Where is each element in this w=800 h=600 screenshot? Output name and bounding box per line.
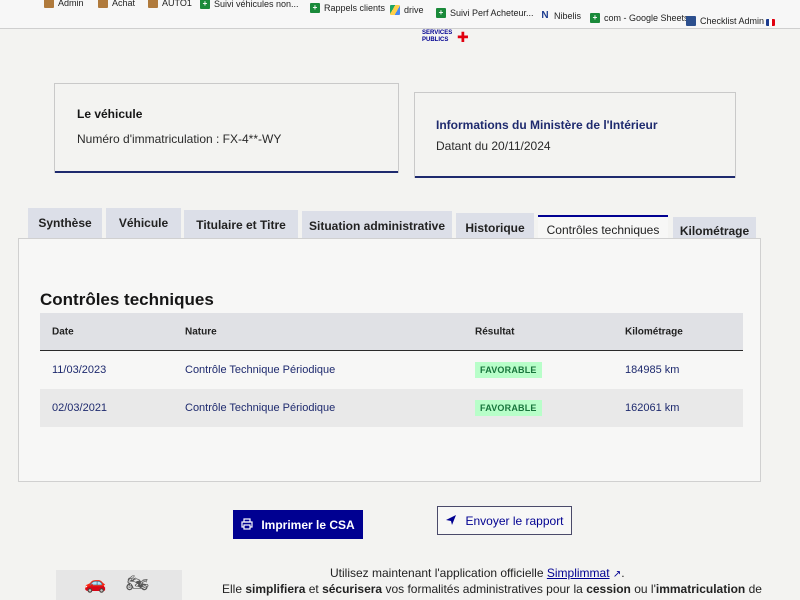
ministry-card: Informations du Ministère de l'Intérieur… <box>414 92 736 178</box>
cell-date: 02/03/2021 <box>52 402 108 414</box>
promo-text: ou l' <box>630 582 656 596</box>
bookmark-drive[interactable]: drive <box>390 5 424 15</box>
promo-text: Elle <box>222 582 246 596</box>
tab-label: Synthèse <box>38 216 92 230</box>
plate-number-text: Numéro d'immatriculation : FX-4**-WY <box>77 132 282 146</box>
send-button-label: Envoyer le rapport <box>465 513 564 528</box>
motorcycle-icon: 🏍 <box>126 573 149 593</box>
tab-label: Titulaire et Titre <box>196 218 286 232</box>
folder-icon <box>98 0 108 8</box>
drive-icon <box>390 5 400 15</box>
tab-synthese[interactable]: Synthèse <box>28 208 102 238</box>
vehicles-illustration: 🚗 🏍 <box>56 570 182 600</box>
bookmark-label: Admin <box>58 0 84 8</box>
bookmark-label: Achat <box>112 0 136 8</box>
ministry-date-text: Datant du 20/11/2024 <box>436 139 551 153</box>
send-report-button[interactable]: Envoyer le rapport <box>437 506 572 535</box>
simplimmat-link[interactable]: Simplimmat <box>547 566 610 580</box>
promo-bold: simplifiera <box>245 582 306 596</box>
send-icon <box>445 514 457 528</box>
printer-icon <box>241 517 253 532</box>
browser-page: Admin Achat AUTO1 Suivi véhicules non...… <box>0 0 800 600</box>
cell-mileage: 184985 km <box>625 364 680 376</box>
cell-mileage: 162061 km <box>625 402 680 414</box>
bookmark-label: Suivi véhicules non... <box>214 0 299 9</box>
table-row: 11/03/2023 Contrôle Technique Périodique… <box>40 351 743 389</box>
promo-text: vos formalités administratives pour la <box>382 582 587 596</box>
tab-label: Historique <box>465 221 525 235</box>
bookmark-checklist-admin[interactable]: Checklist Admin <box>686 16 764 26</box>
promo-text: . <box>621 566 625 580</box>
vehicle-card: Le véhicule Numéro d'immatriculation : F… <box>54 83 399 173</box>
bookmark-rappels-clients[interactable]: Rappels clients <box>310 3 385 13</box>
tab-label: Kilométrage <box>679 224 750 238</box>
status-badge: FAVORABLE <box>475 362 542 378</box>
bookmark-admin[interactable]: Admin <box>44 0 84 8</box>
promo-line-1: Utilisez maintenant l'application offici… <box>330 566 625 580</box>
tab-titulaire-et-titre[interactable]: Titulaire et Titre <box>184 210 298 240</box>
bookmark-label: AUTO1 <box>162 0 192 8</box>
tab-situation-administrative[interactable]: Situation administrative <box>302 211 452 241</box>
card-accent-bar <box>55 171 398 173</box>
column-header-nature: Nature <box>185 326 217 337</box>
bookmark-suivi-vehicules[interactable]: Suivi véhicules non... <box>200 0 299 9</box>
logo-line-2: PUBLICS <box>422 37 449 43</box>
promo-text: Utilisez maintenant l'application offici… <box>330 566 547 580</box>
nibelis-icon: N <box>541 10 549 21</box>
bookmark-achat[interactable]: Achat <box>98 0 135 8</box>
column-header-mileage: Kilométrage <box>625 326 683 337</box>
promo-text: de <box>745 582 762 596</box>
marianne-plus-icon: ✚ <box>457 29 469 45</box>
tab-vehicule[interactable]: Véhicule <box>106 208 181 238</box>
print-button-label: Imprimer le CSA <box>261 517 355 532</box>
folder-icon <box>148 0 158 8</box>
sheets-icon <box>436 8 446 18</box>
bookmark-nibelis[interactable]: N Nibelis <box>540 10 582 22</box>
table-row: 02/03/2021 Contrôle Technique Périodique… <box>40 389 743 427</box>
bookmark-label: Nibelis <box>554 11 582 21</box>
tab-label: Situation administrative <box>308 219 446 233</box>
cell-date: 11/03/2023 <box>52 364 107 376</box>
promo-text: et <box>305 582 323 596</box>
bookmark-label: Rappels clients <box>324 3 386 13</box>
bookmark-suivi-perf[interactable]: Suivi Perf Acheteur... <box>436 8 534 18</box>
promo-bold: cession <box>586 582 631 596</box>
bookmarks-bar: Admin Achat AUTO1 Suivi véhicules non...… <box>0 0 800 29</box>
cell-nature: Contrôle Technique Périodique <box>185 364 336 376</box>
send-icon-svg <box>446 514 457 525</box>
cell-nature: Contrôle Technique Périodique <box>185 402 336 414</box>
bookmark-auto1[interactable]: AUTO1 <box>148 0 192 8</box>
external-link-icon: ↗ <box>612 569 622 580</box>
bookmark-flag[interactable] <box>766 19 775 26</box>
sheets-icon <box>590 13 600 23</box>
table-header: Date Nature Résultat Kilométrage <box>40 313 743 352</box>
car-icon: 🚗 <box>84 573 107 593</box>
bookmark-label: drive <box>404 5 424 15</box>
tab-label: Véhicule <box>118 216 169 230</box>
promo-bold: immatriculation <box>655 582 746 596</box>
ministry-card-title: Informations du Ministère de l'Intérieur <box>436 118 658 132</box>
logo-line-1: SERVICES <box>422 30 453 36</box>
sheets-icon <box>310 3 320 13</box>
sheets-icon <box>200 0 210 9</box>
column-header-date: Date <box>52 326 74 337</box>
promo-line-2: Elle simplifiera et sécurisera vos forma… <box>222 582 762 596</box>
bookmark-label: com - Google Sheets <box>604 13 689 23</box>
french-flag-icon <box>766 19 775 26</box>
bookmark-label: Suivi Perf Acheteur... <box>450 8 534 18</box>
printer-icon-svg <box>241 517 253 530</box>
folder-icon <box>44 0 54 8</box>
promo-bold: sécurisera <box>322 582 383 596</box>
tab-label: Contrôles techniques <box>546 223 660 237</box>
bookmark-label: Checklist Admin <box>700 16 765 26</box>
section-title: Contrôles techniques <box>40 290 214 309</box>
table-icon <box>686 16 696 26</box>
vehicle-card-title: Le véhicule <box>77 107 143 121</box>
card-accent-bar <box>415 176 735 178</box>
print-csa-button[interactable]: Imprimer le CSA <box>233 510 363 539</box>
status-badge: FAVORABLE <box>475 400 542 416</box>
bookmark-com-sheets[interactable]: com - Google Sheets <box>590 13 689 23</box>
services-publics-logo: SERVICES PUBLICS <box>422 30 452 44</box>
column-header-result: Résultat <box>475 326 515 337</box>
